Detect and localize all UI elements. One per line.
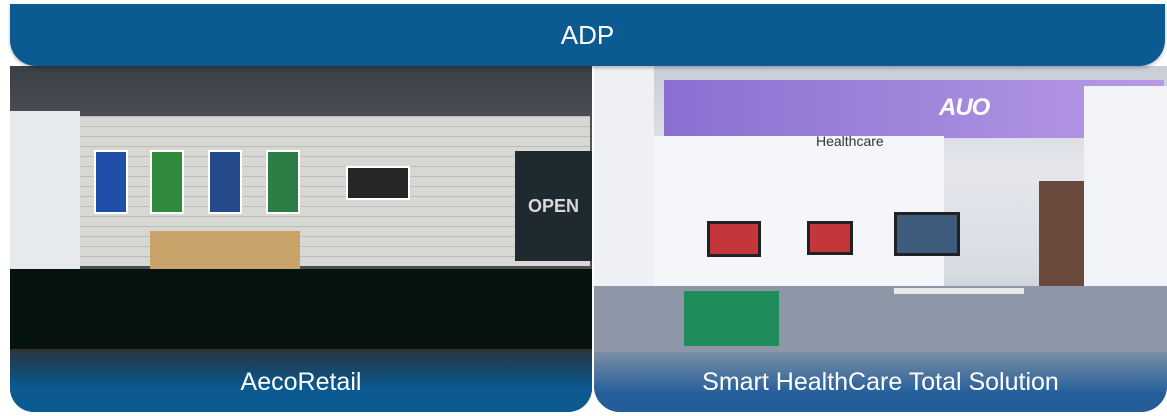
screen-image: [894, 212, 960, 256]
open-sign-text: OPEN: [527, 195, 579, 216]
page-title: ADP: [560, 19, 615, 50]
booth-label: Healthcare: [816, 133, 884, 149]
panel-caption: Smart HealthCare Total Solution: [594, 352, 1167, 412]
auo-logo-text: AUO: [939, 94, 990, 121]
dark-area-image: [10, 269, 592, 349]
wall-sign-image: [10, 111, 80, 271]
screen-image: [707, 221, 761, 257]
panel-caption: AecoRetail: [10, 352, 592, 412]
brick-wall-image: [70, 116, 590, 266]
green-table-image: [684, 291, 779, 346]
poster-image: [266, 150, 300, 214]
page-header: ADP: [10, 4, 1165, 66]
poster-image: [94, 150, 128, 214]
open-sign-image: OPEN: [515, 151, 592, 261]
booth-label-text: Healthcare: [816, 133, 884, 149]
poster-image: [208, 150, 242, 214]
auo-logo: AUO: [939, 94, 990, 122]
aecoretail-panel[interactable]: OPEN AecoRetail: [10, 66, 592, 412]
panel-caption-text: AecoRetail: [240, 367, 362, 396]
smart-healthcare-panel[interactable]: AUO Healthcare Smart HealthCare Total So…: [594, 66, 1167, 412]
display-counter-image: [150, 231, 300, 271]
poster-image: [346, 166, 410, 200]
poster-image: [150, 150, 184, 214]
panel-caption-text: Smart HealthCare Total Solution: [702, 367, 1059, 396]
desk-image: [894, 288, 1024, 294]
screen-image: [807, 221, 853, 255]
